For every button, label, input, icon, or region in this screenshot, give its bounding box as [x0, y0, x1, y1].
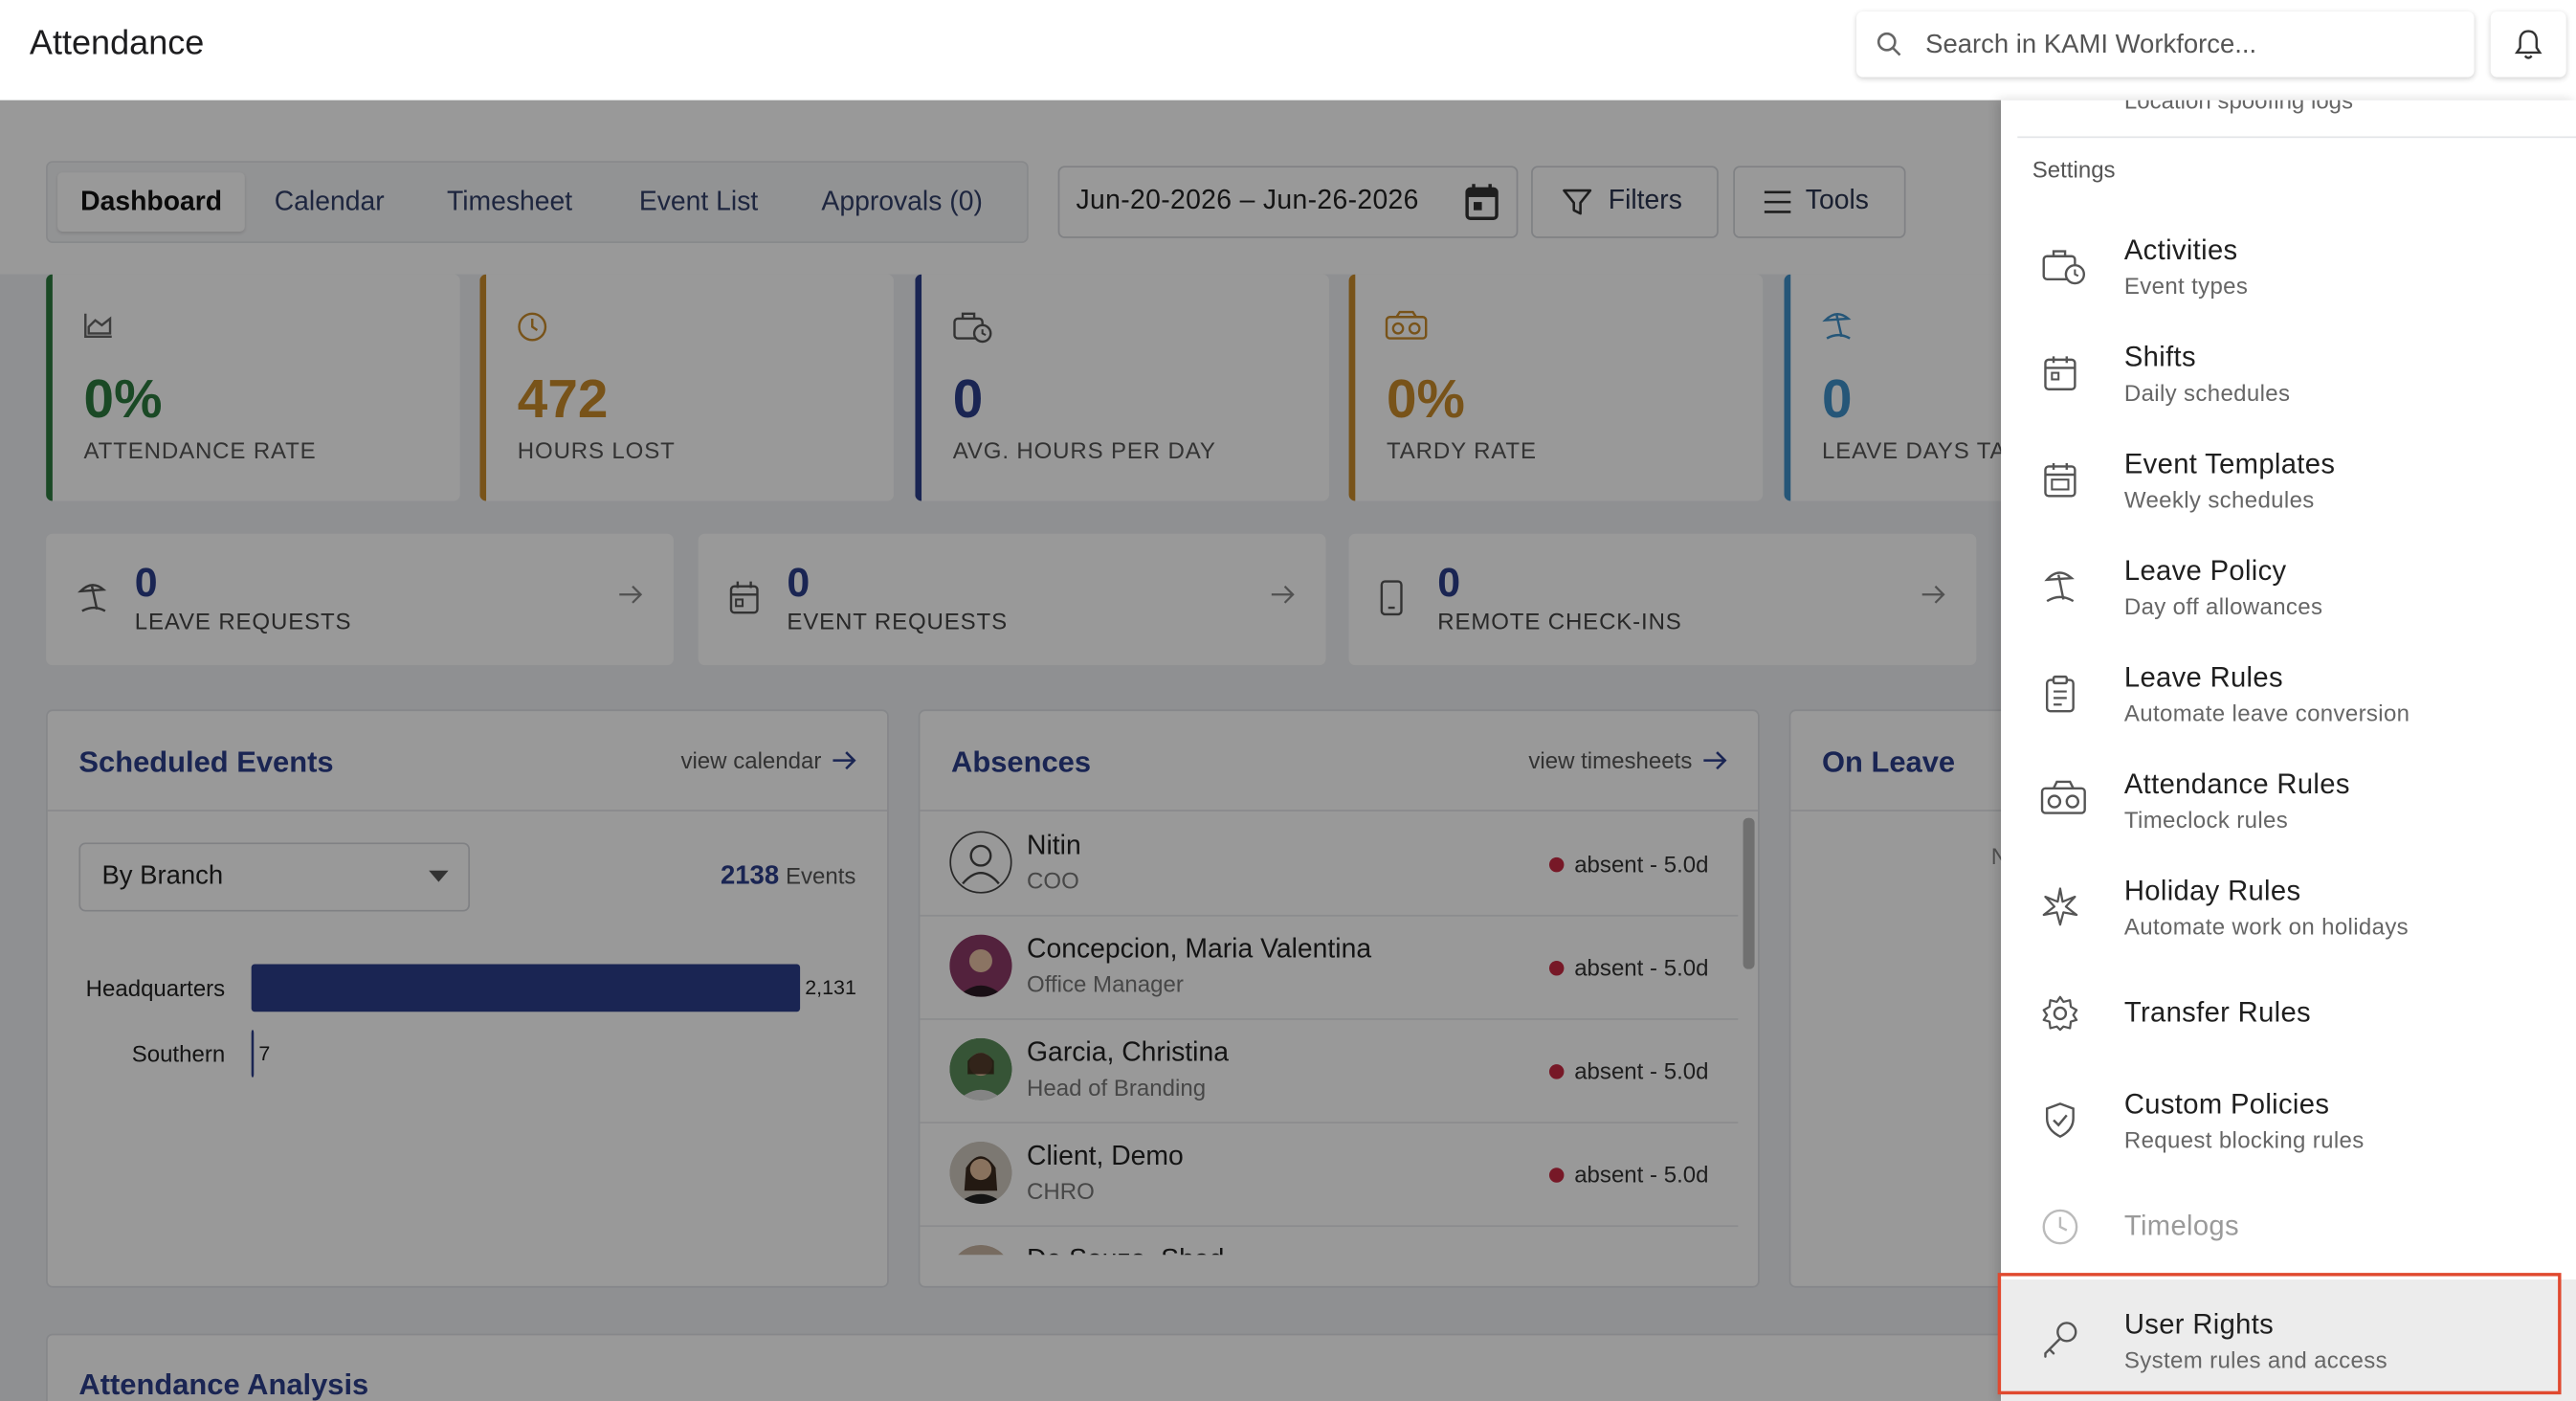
menu-item-subtitle: Weekly schedules [2123, 486, 2315, 513]
clipboard-list-icon [2045, 675, 2075, 713]
divider [2017, 136, 2576, 139]
beach-icon [2044, 571, 2075, 603]
menu-item-shifts[interactable]: Shifts Daily schedules [2001, 321, 2576, 426]
menu-item-subtitle: Automate leave conversion [2123, 700, 2410, 726]
search-input[interactable] [1921, 26, 2454, 66]
search-box[interactable] [1856, 11, 2475, 78]
briefcase-clock-icon [2042, 250, 2086, 285]
menu-item-event-templates[interactable]: Event Templates Weekly schedules [2001, 427, 2576, 532]
calendar-template-icon [2044, 462, 2076, 498]
menu-item-title: Leave Rules [2123, 661, 2283, 694]
menu-item-transfer-rules[interactable]: Transfer Rules [2001, 961, 2576, 1066]
menu-item-title: Event Templates [2123, 448, 2336, 480]
section-heading: Settings [2032, 156, 2116, 183]
highlight-frame [1997, 1273, 2562, 1395]
menu-item-title: Attendance Rules [2123, 768, 2350, 800]
menu-item-title: Timelogs [2123, 1210, 2239, 1242]
menu-item-custom-policies[interactable]: Custom Policies Request blocking rules [2001, 1068, 2576, 1173]
menu-item-cut-subtitle: Location spoofing logs [2123, 100, 2354, 114]
sparkle-icon [2042, 887, 2078, 926]
menu-item-holiday-rules[interactable]: Holiday Rules Automate work on holidays [2001, 854, 2576, 959]
menu-item-title: Holiday Rules [2123, 875, 2301, 907]
cassette-icon [2040, 780, 2086, 814]
top-bar: Attendance [0, 0, 2576, 102]
tools-menu-panel: Location spoofing logs Settings Activiti… [2001, 100, 2576, 1401]
menu-item-subtitle: Daily schedules [2123, 379, 2291, 406]
menu-item-title: Leave Policy [2123, 555, 2287, 587]
menu-item-title: Activities [2123, 234, 2238, 267]
menu-item-subtitle: Event types [2123, 272, 2249, 300]
bell-icon [2514, 30, 2543, 59]
modal-backdrop[interactable] [0, 100, 2002, 1401]
menu-item-subtitle: Automate work on holidays [2123, 913, 2409, 940]
gear-icon [2042, 995, 2078, 1032]
notifications-button[interactable] [2490, 11, 2566, 78]
search-icon [1876, 32, 1901, 56]
menu-item-leave-policy[interactable]: Leave Policy Day off allowances [2001, 534, 2576, 639]
page-title: Attendance [29, 24, 205, 63]
menu-item-leave-rules[interactable]: Leave Rules Automate leave conversion [2001, 640, 2576, 745]
menu-item-subtitle: Timeclock rules [2123, 806, 2289, 834]
menu-item-title: Shifts [2123, 341, 2196, 373]
shield-check-icon [2045, 1102, 2075, 1139]
menu-item-subtitle: Request blocking rules [2123, 1126, 2365, 1153]
menu-item-activities[interactable]: Activities Event types [2001, 213, 2576, 319]
clock-icon [2042, 1209, 2078, 1245]
menu-item-timelogs[interactable]: Timelogs [2001, 1174, 2576, 1279]
calendar-icon [2044, 356, 2076, 390]
menu-item-subtitle: Day off allowances [2123, 592, 2323, 620]
menu-item-attendance-rules[interactable]: Attendance Rules Timeclock rules [2001, 747, 2576, 853]
menu-item-title: Custom Policies [2123, 1088, 2330, 1121]
menu-item-title: Transfer Rules [2123, 996, 2312, 1029]
